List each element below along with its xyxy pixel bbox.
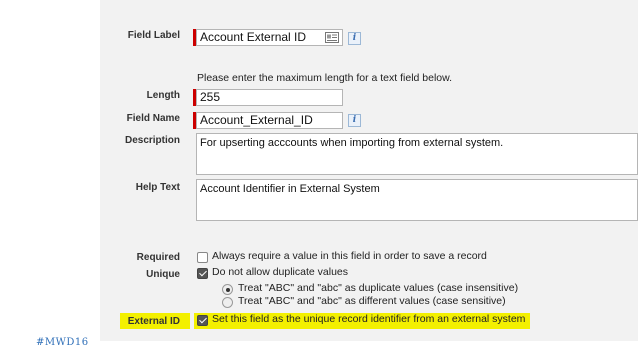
required-option-text: Always require a value in this field in … [212,250,487,262]
external-id-label: External ID [127,316,180,327]
unique-checkbox[interactable] [197,268,208,279]
required-checkbox[interactable] [197,252,208,263]
length-instructions: Please enter the maximum length for a te… [197,72,453,84]
external-id-checkbox[interactable] [197,315,208,326]
field-label-label: Field Label [127,30,180,41]
card-icon[interactable] [325,32,339,43]
info-icon[interactable]: i [348,114,361,127]
help-text-label: Help Text [135,182,180,193]
required-label: Required [136,252,180,263]
unique-label: Unique [146,269,180,280]
case-sensitive-option-text: Treat "ABC" and "abc" as different value… [238,295,506,307]
help-text-textarea[interactable]: Account Identifier in External System [196,179,638,221]
case-insensitive-radio[interactable] [222,284,233,295]
case-sensitive-radio[interactable] [222,297,233,308]
length-input[interactable]: 255 [196,89,343,106]
description-label: Description [124,135,180,146]
field-label-input[interactable]: Account External ID [196,29,343,46]
external-id-option-text: Set this field as the unique record iden… [212,313,526,325]
info-icon[interactable]: i [348,32,361,45]
event-hashtag: #MWD16 [36,337,89,348]
unique-option-text: Do not allow duplicate values [212,266,348,278]
field-name-input[interactable]: Account_External_ID [196,112,343,129]
description-textarea[interactable]: For upserting acccounts when importing f… [196,133,638,175]
case-insensitive-option-text: Treat "ABC" and "abc" as duplicate value… [238,282,519,294]
length-label: Length [146,90,180,101]
field-name-label: Field Name [126,113,180,124]
